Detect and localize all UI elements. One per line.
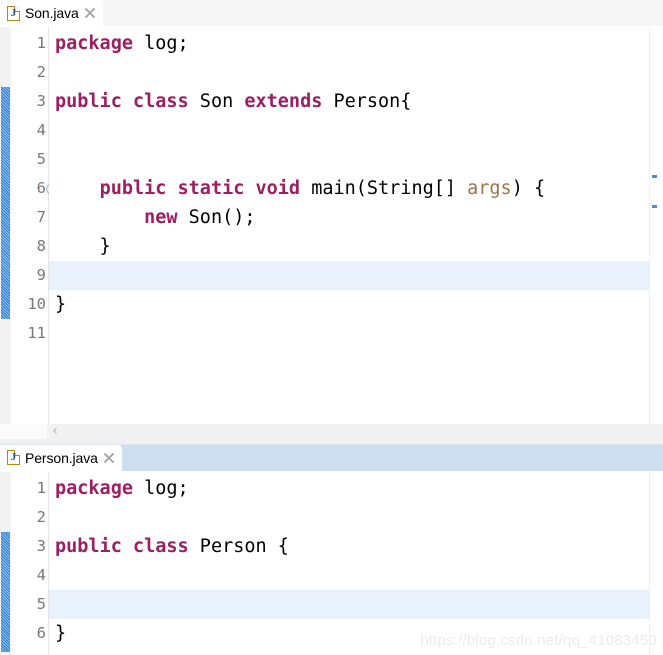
code-line[interactable]: public static void main(String[] args) { (49, 174, 649, 203)
code-parameter: args (467, 178, 512, 199)
line-number: 1 (36, 478, 46, 497)
code-line[interactable] (49, 116, 649, 145)
code-area-person[interactable]: package log; public class Person { } (49, 471, 649, 655)
code-line[interactable]: new Son(); (49, 203, 649, 232)
line-number: 3 (36, 92, 46, 110)
tab-son-java[interactable]: Son.java (0, 0, 103, 26)
line-number: 2 (36, 507, 46, 526)
code-keyword: public (55, 91, 122, 112)
tab-label: Son.java (25, 5, 79, 21)
java-file-icon (7, 450, 20, 466)
change-marker (1, 87, 10, 319)
code-line[interactable] (49, 589, 649, 619)
code-area-son[interactable]: package log; public class Son extends Pe… (49, 27, 649, 424)
editor-tabbar-person: Person.java (0, 444, 663, 471)
code-line[interactable]: } (49, 290, 649, 319)
code-keyword: class (132, 91, 189, 112)
code-line[interactable] (49, 648, 649, 655)
code-line[interactable]: package log; (49, 29, 649, 58)
tab-label: Person.java (25, 449, 98, 466)
close-icon[interactable] (103, 452, 115, 464)
line-number: 6 (36, 623, 46, 642)
code-keyword: public (99, 178, 167, 199)
java-file-icon (7, 5, 20, 21)
line-number: 7 (36, 208, 46, 226)
code-line[interactable]: } (49, 619, 649, 648)
code-line[interactable] (49, 561, 649, 590)
code-text: Person{ (322, 91, 412, 112)
code-keyword: package (55, 33, 133, 54)
scrollbar-corner (0, 423, 47, 439)
line-number: 4 (36, 565, 46, 584)
code-line[interactable] (49, 261, 649, 290)
overview-ruler-person[interactable] (649, 471, 663, 655)
editor-part-person: Person.java 1 2 3 4 5 6 7 package log; p… (0, 444, 663, 655)
code-line[interactable]: public class Person { (49, 532, 649, 561)
editor-body-person[interactable]: 1 2 3 4 5 6 7 package log; public class … (0, 470, 663, 655)
overview-marker[interactable] (652, 175, 657, 178)
line-number: 5 (36, 594, 46, 613)
tab-person-java[interactable]: Person.java (0, 444, 122, 471)
code-keyword: extends (244, 91, 323, 112)
change-ruler-person (0, 471, 11, 655)
line-number: 3 (36, 536, 46, 555)
line-number: 4 (36, 121, 46, 139)
line-number: 6 (11, 174, 57, 203)
line-number-gutter-son: 1 2 3 4 5 6 7 8 9 10 11 (11, 27, 57, 424)
change-ruler-son (0, 27, 11, 424)
code-text: Person { (188, 535, 289, 557)
line-number: 2 (36, 63, 46, 81)
close-icon[interactable] (84, 7, 96, 19)
code-keyword: class (132, 535, 189, 557)
eclipse-workbench: Son.java 1 2 3 4 5 6 7 8 9 10 (0, 0, 663, 655)
chevron-left-icon[interactable]: ‹ (47, 423, 63, 439)
line-number: 11 (27, 324, 46, 342)
overview-marker[interactable] (652, 205, 657, 208)
overview-ruler-son[interactable] (649, 27, 663, 424)
code-text: } (55, 622, 67, 644)
line-number: 1 (36, 34, 46, 52)
line-number-gutter-person: 1 2 3 4 5 6 7 (11, 471, 48, 655)
line-number: 9 (36, 266, 46, 284)
code-text: Son(); (177, 207, 256, 228)
line-number-text: 6 (36, 179, 46, 197)
code-line[interactable] (49, 58, 649, 87)
editor-body-son[interactable]: 1 2 3 4 5 6 7 8 9 10 11 package log; pub… (0, 26, 663, 424)
code-line[interactable]: } (49, 232, 649, 261)
editor-part-son: Son.java 1 2 3 4 5 6 7 8 9 10 (0, 0, 663, 439)
code-line[interactable] (49, 145, 649, 174)
change-marker (1, 531, 10, 652)
editor-tabbar-son: Son.java (0, 0, 663, 26)
code-keyword: package (55, 477, 133, 499)
line-number: 8 (36, 237, 46, 255)
code-text: log; (132, 33, 189, 54)
code-text: } (55, 294, 67, 315)
line-number: 10 (27, 295, 46, 313)
code-keyword: public (55, 535, 122, 557)
line-number: 7 (11, 648, 48, 655)
code-line[interactable]: public class Son extends Person{ (49, 87, 649, 116)
horizontal-scrollbar-son[interactable]: ‹ (0, 423, 663, 439)
code-text: log; (132, 477, 189, 499)
code-keyword: static (177, 178, 245, 199)
code-keyword: void (255, 178, 301, 199)
code-text: Son (188, 91, 245, 112)
code-text: main(String[] (300, 178, 468, 199)
code-line[interactable]: package log; (49, 474, 649, 503)
code-keyword: new (144, 207, 178, 228)
code-text: ) { (511, 178, 546, 199)
code-line[interactable] (49, 319, 649, 348)
line-number: 5 (36, 150, 46, 168)
code-text: } (55, 236, 111, 257)
code-line[interactable] (49, 503, 649, 532)
